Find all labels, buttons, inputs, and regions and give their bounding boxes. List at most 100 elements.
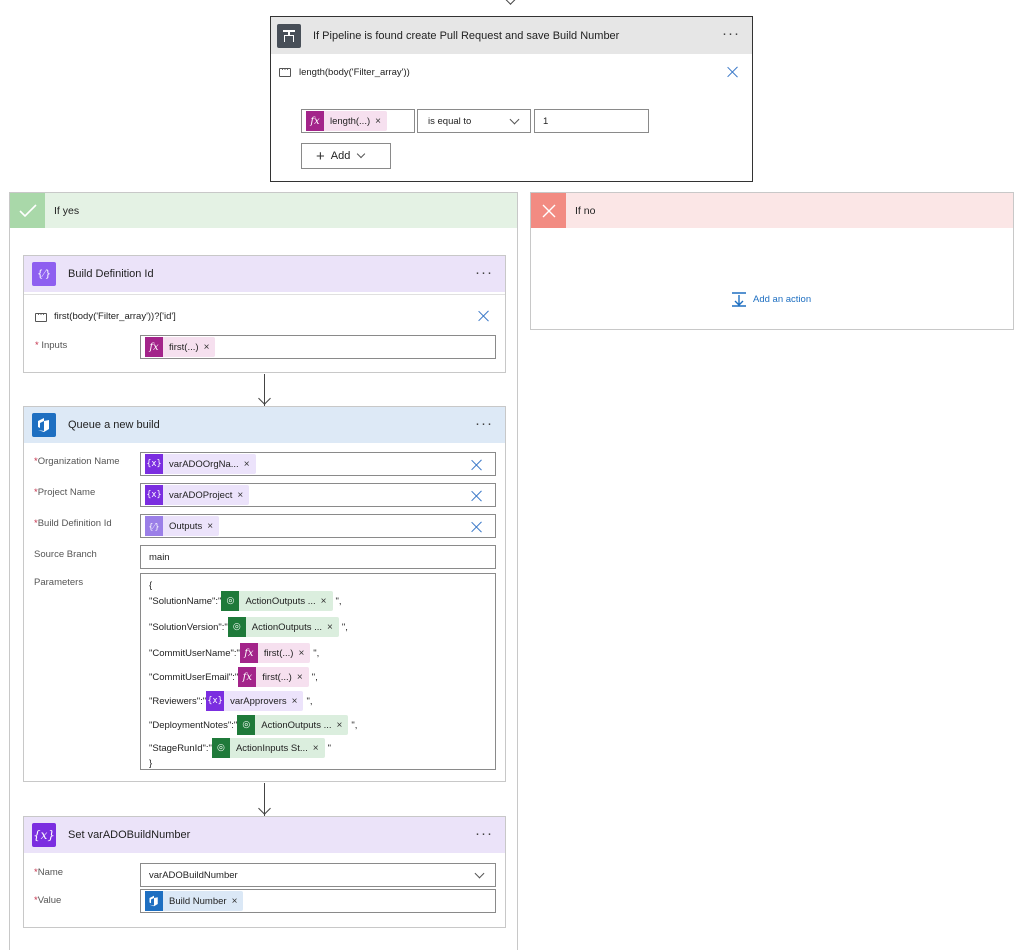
remove-token-icon[interactable]: ×	[297, 672, 303, 683]
remove-token-icon[interactable]: ×	[237, 490, 243, 501]
param-row: "DeploymentNotes":" ◎ ActionOutputs ... × …	[149, 715, 357, 735]
variable-value-field[interactable]: Build Number ×	[140, 889, 496, 913]
variable-name-select[interactable]: varADOBuildNumber	[140, 863, 496, 887]
cross-icon	[531, 193, 566, 228]
condition-more-menu[interactable]: ···	[722, 17, 740, 53]
variable-icon: {x}	[145, 454, 163, 474]
if-yes-header[interactable]: If yes	[10, 193, 517, 228]
plus-icon: +	[316, 147, 325, 165]
build-definition-id-field[interactable]: {⁄} Outputs ×	[140, 514, 496, 538]
project-name-clear-icon[interactable]	[471, 490, 483, 502]
operand-token[interactable]: fx length(...) ×	[306, 111, 387, 131]
param-token[interactable]: {x} varApprovers ×	[206, 691, 304, 711]
remove-token-icon[interactable]: ×	[375, 116, 381, 127]
param-row: "SolutionVersion":" ◎ ActionOutputs ... × …	[149, 617, 348, 637]
param-row: "CommitUserName":" fx first(...) × ",	[149, 643, 319, 663]
header-divider	[24, 294, 505, 295]
condition-add-button[interactable]: + Add	[301, 143, 391, 169]
remove-token-icon[interactable]: ×	[207, 521, 213, 532]
if-no-branch: If no Add an action	[530, 192, 1014, 330]
condition-card[interactable]: If Pipeline is found create Pull Request…	[270, 16, 753, 182]
expression-fx-icon: fx	[306, 111, 324, 131]
param-token[interactable]: ◎ ActionOutputs ... ×	[227, 617, 339, 637]
value-token[interactable]: Build Number ×	[145, 891, 244, 911]
expression-fx-icon: fx	[239, 643, 258, 663]
param-token[interactable]: ◎ ActionInputs St... ×	[211, 738, 325, 758]
variable-name-label: *Name	[34, 867, 64, 878]
variable-icon: {x}	[206, 691, 225, 711]
power-platform-icon: ◎	[227, 617, 246, 637]
condition-operand-field[interactable]: fx length(...) ×	[301, 109, 415, 133]
build-definition-close-icon[interactable]	[478, 310, 490, 322]
if-no-header[interactable]: If no	[531, 193, 1013, 228]
inputs-field[interactable]: fx first(...) ×	[140, 335, 496, 359]
build-definition-more-menu[interactable]: ···	[475, 256, 493, 292]
remove-token-icon[interactable]: ×	[313, 743, 319, 754]
parameters-label: Parameters	[34, 577, 84, 588]
power-platform-icon: ◎	[237, 715, 256, 735]
chevron-down-icon	[509, 114, 520, 125]
project-name-field[interactable]: {x} varADOProject ×	[140, 483, 496, 507]
param-token[interactable]: fx first(...) ×	[239, 643, 311, 663]
param-token[interactable]: ◎ ActionOutputs ... ×	[237, 715, 349, 735]
queue-build-card[interactable]: Queue a new build ··· *Organization Name…	[23, 406, 506, 782]
param-row: "StageRunId":" ◎ ActionInputs St... × "	[149, 738, 331, 758]
param-row: "CommitUserEmail":" fx first(...) × ",	[149, 667, 318, 687]
remove-token-icon[interactable]: ×	[298, 648, 304, 659]
source-branch-input[interactable]: main	[140, 545, 496, 569]
compose-icon: {⁄}	[32, 262, 56, 286]
build-definition-card[interactable]: {⁄} Build Definition Id ··· first(body('…	[23, 255, 506, 373]
condition-operator-select[interactable]: is equal to	[417, 109, 531, 133]
compose-icon: {⁄}	[145, 516, 163, 536]
comment-icon	[279, 64, 291, 77]
azure-devops-icon	[32, 413, 56, 437]
build-definition-id-token[interactable]: {⁄} Outputs ×	[145, 516, 220, 536]
chevron-down-icon	[357, 149, 366, 159]
inputs-token[interactable]: fx first(...) ×	[145, 337, 216, 357]
params-open-brace: {	[149, 580, 153, 591]
param-row: "Reviewers":" {x} varApprovers × ",	[149, 691, 312, 711]
remove-token-icon[interactable]: ×	[244, 459, 250, 470]
queue-build-more-menu[interactable]: ···	[475, 407, 493, 443]
condition-icon	[277, 23, 301, 48]
azure-devops-icon	[145, 891, 163, 911]
power-platform-icon: ◎	[211, 738, 230, 758]
set-variable-title: Set varADOBuildNumber	[68, 829, 191, 841]
parameters-field[interactable]: { "SolutionName":" ◎ ActionOutputs ... × "…	[140, 573, 496, 770]
project-name-label: *Project Name	[34, 487, 96, 498]
set-variable-header[interactable]: {x} Set varADOBuildNumber ···	[24, 817, 505, 853]
org-name-clear-icon[interactable]	[471, 459, 483, 471]
param-token[interactable]: fx first(...) ×	[238, 667, 309, 687]
org-name-field[interactable]: {x} varADOOrgNa... ×	[140, 452, 496, 476]
param-token[interactable]: ◎ ActionOutputs ... ×	[221, 591, 333, 611]
condition-value-input[interactable]: 1	[534, 109, 649, 133]
set-variable-card[interactable]: {x} Set varADOBuildNumber ··· *Name varA…	[23, 816, 506, 928]
condition-header[interactable]: If Pipeline is found create Pull Request…	[271, 17, 752, 54]
build-definition-id-clear-icon[interactable]	[471, 521, 483, 533]
if-yes-label: If yes	[54, 205, 80, 217]
queue-build-header[interactable]: Queue a new build ···	[24, 407, 505, 443]
org-name-token[interactable]: {x} varADOOrgNa... ×	[145, 454, 256, 474]
check-icon	[10, 193, 45, 228]
set-variable-more-menu[interactable]: ···	[475, 817, 493, 853]
build-definition-id-label: *Build Definition Id	[34, 518, 112, 529]
condition-close-icon[interactable]	[727, 66, 739, 78]
queue-build-title: Queue a new build	[68, 419, 160, 431]
remove-token-icon[interactable]: ×	[321, 596, 327, 607]
comment-icon	[35, 309, 47, 322]
remove-token-icon[interactable]: ×	[232, 896, 238, 907]
project-name-token[interactable]: {x} varADOProject ×	[145, 485, 250, 505]
condition-expression-comment: length(body('Filter_array'))	[299, 67, 410, 78]
remove-token-icon[interactable]: ×	[327, 622, 333, 633]
remove-token-icon[interactable]: ×	[292, 696, 298, 707]
source-branch-label: Source Branch	[34, 549, 97, 560]
chevron-down-icon	[474, 868, 485, 879]
remove-token-icon[interactable]: ×	[337, 720, 343, 731]
remove-token-icon[interactable]: ×	[204, 342, 210, 353]
build-definition-header[interactable]: {⁄} Build Definition Id ···	[24, 256, 505, 292]
if-no-add-action-button[interactable]: Add an action	[731, 291, 811, 307]
condition-title: If Pipeline is found create Pull Request…	[313, 29, 620, 42]
param-row: "SolutionName":" ◎ ActionOutputs ... × ",	[149, 591, 342, 611]
build-definition-comment: first(body('Filter_array'))?['id']	[54, 311, 176, 322]
power-platform-icon: ◎	[221, 591, 240, 611]
